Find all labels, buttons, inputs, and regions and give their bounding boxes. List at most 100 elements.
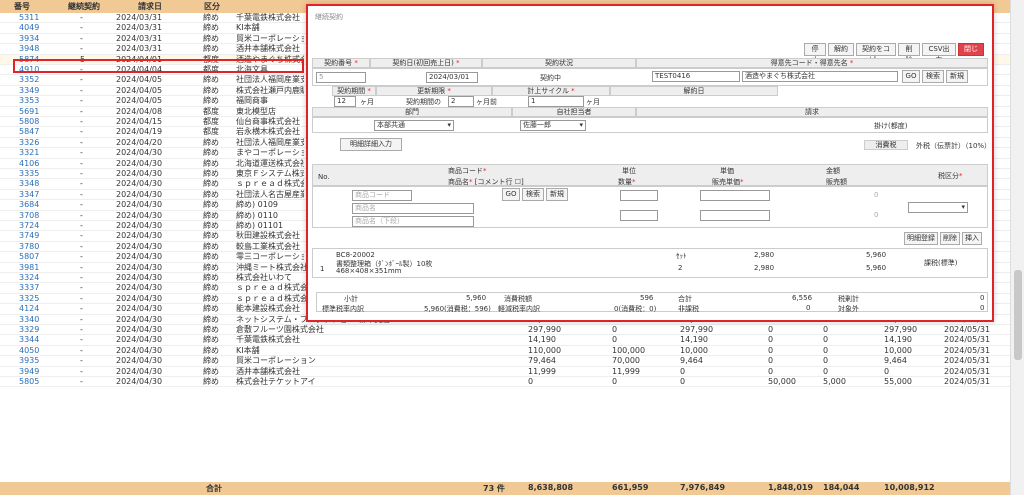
row-v6: 297,990	[884, 325, 918, 334]
item-new-button[interactable]: 新規	[546, 188, 568, 201]
label-contract-no: 契約番号 *	[312, 58, 370, 68]
label-tax: 消費税	[864, 140, 908, 150]
row-no[interactable]: 4106	[19, 159, 39, 169]
row-no[interactable]: 5807	[19, 252, 39, 262]
qty-input[interactable]	[620, 210, 658, 221]
toolbar-button-1[interactable]: 解約	[828, 43, 854, 56]
table-row[interactable]: 3935 - 2024/04/30 締め 貿米コーポレーション 79,464 70,000 9…	[0, 356, 1010, 367]
row-type: 締め	[203, 252, 219, 262]
toolbar-button-4[interactable]: CSV出力	[922, 43, 956, 64]
row-no[interactable]: 3749	[19, 231, 39, 241]
item-code-input[interactable]: 商品コード	[352, 190, 412, 201]
row-no[interactable]: 5805	[19, 377, 39, 387]
tax-class-select[interactable]: ▾	[908, 202, 968, 213]
sum-tax-value: 596	[640, 294, 654, 302]
row-name: KI本舗	[236, 345, 260, 355]
row-no[interactable]: 3325	[19, 294, 39, 304]
new-customer-button[interactable]: 新規	[946, 70, 968, 83]
row-no[interactable]: 3337	[19, 283, 39, 293]
customer-code-input[interactable]: TEST0416	[652, 71, 740, 82]
row-v4: 0	[768, 356, 774, 366]
row-type: 締め	[203, 44, 219, 54]
row-no[interactable]: 3326	[19, 138, 39, 148]
row-type: 締め	[203, 210, 219, 220]
table-row[interactable]: 5805 - 2024/04/30 締め 株式会社テケットアイ 0 0 0 50,000 5,00…	[0, 377, 1010, 388]
row-no[interactable]: 3981	[19, 263, 39, 273]
scroll-thumb[interactable]	[1014, 270, 1022, 360]
row-date: 2024/04/15	[116, 117, 163, 126]
toolbar-button-3[interactable]: 削除	[898, 43, 920, 64]
row-v4: 0	[768, 325, 774, 334]
row-no[interactable]: 5847	[19, 127, 39, 137]
row-no[interactable]: 3352	[19, 75, 39, 85]
row-no[interactable]: 3324	[19, 273, 39, 283]
contract-date-input[interactable]: 2024/03/01	[426, 72, 478, 83]
insert-item-button[interactable]: 挿入	[962, 232, 982, 245]
row-type: 締め	[203, 366, 219, 376]
update-input[interactable]: 2	[448, 96, 474, 107]
row-no[interactable]: 3934	[19, 34, 39, 44]
table-row[interactable]: 4050 - 2024/04/30 締め KI本舗 110,000 100,000 10,00…	[0, 345, 1010, 357]
row-no[interactable]: 4050	[19, 346, 39, 356]
row-no[interactable]: 5311	[19, 13, 39, 23]
row-no[interactable]: 3340	[19, 315, 39, 325]
row-no[interactable]: 3348	[19, 179, 39, 189]
customer-name-input[interactable]: 酒造やまぐち株式会社	[742, 71, 898, 82]
dept-select[interactable]: 本部共通 ▾	[374, 120, 454, 131]
cycle-input[interactable]: 1	[528, 96, 584, 107]
row-no[interactable]: 3321	[19, 148, 39, 158]
detail-input-button[interactable]: 明細詳細入力	[340, 138, 402, 151]
row-no[interactable]: 3708	[19, 211, 39, 221]
row-no[interactable]: 3335	[19, 169, 39, 179]
row-no[interactable]: 3353	[19, 96, 39, 106]
toolbar-button-0[interactable]: 停止	[804, 43, 826, 64]
row-no[interactable]: 3948	[19, 44, 39, 54]
row-date: 2024/04/30	[116, 345, 163, 355]
item-name-input[interactable]: 商品名	[352, 203, 474, 214]
toolbar-button-5[interactable]: 閉じる	[958, 43, 984, 64]
search-button[interactable]: 検索	[922, 70, 944, 83]
row-no[interactable]: 3344	[19, 335, 39, 345]
item-name2-input[interactable]: 商品名（下段）	[352, 216, 474, 227]
table-row[interactable]: 3344 - 2024/04/30 締め 千葉電鉄株式会社 14,190 0 14,190 0 0…	[0, 335, 1010, 346]
item-amount: 5,960	[866, 251, 887, 259]
row-keizoku: -	[80, 96, 83, 106]
table-row[interactable]: 3949 - 2024/04/30 締め 酒井本舗株式会社 11,999 11,999 0 0 0…	[0, 367, 1010, 377]
table-row[interactable]: 3329 - 2024/04/30 締め 倉敷フルーツ園株式会社 297,990 0 297,…	[0, 325, 1010, 336]
row-keizoku: -	[80, 85, 83, 95]
staff-select[interactable]: 佐藤一郎 ▾	[520, 120, 586, 131]
row-keizoku: -	[80, 293, 83, 303]
price-input[interactable]	[700, 190, 770, 201]
toolbar-button-2[interactable]: 契約をコピー	[856, 43, 896, 64]
sum-tax2-value: 0	[980, 294, 985, 302]
unit-input[interactable]	[620, 190, 658, 201]
row-no[interactable]: 4049	[19, 23, 39, 33]
cycle-unit: ヶ月	[586, 98, 600, 106]
row-no[interactable]: 3724	[19, 221, 39, 231]
page-scrollbar[interactable]	[1010, 0, 1024, 495]
sum-low-value: 0(消費税：0)	[614, 305, 657, 313]
row-no[interactable]: 3780	[19, 242, 39, 252]
row-no[interactable]: 3349	[19, 86, 39, 96]
sale-price-input[interactable]	[700, 210, 770, 221]
row-no[interactable]: 3949	[19, 367, 39, 377]
item-go-button[interactable]: GO	[502, 188, 520, 201]
sum-total-value: 6,556	[792, 294, 813, 302]
row-keizoku: -	[80, 179, 83, 189]
row-no[interactable]: 4124	[19, 304, 39, 314]
row-date: 2024/04/30	[116, 210, 163, 220]
register-item-button[interactable]: 明細登録	[904, 232, 938, 245]
item-search-button[interactable]: 検索	[522, 188, 544, 201]
go-button[interactable]: GO	[902, 70, 920, 83]
row-no[interactable]: 3935	[19, 356, 39, 366]
row-no[interactable]: 5808	[19, 117, 39, 127]
delete-item-button[interactable]: 削除	[940, 232, 960, 245]
row-date: 2024/04/05	[116, 85, 163, 95]
row-no[interactable]: 3684	[19, 200, 39, 210]
row-name: 株式会社瀬戸内鹿販	[236, 85, 304, 95]
period-input[interactable]: 12	[334, 96, 356, 107]
row-no[interactable]: 3347	[19, 190, 39, 200]
row-no[interactable]: 5691	[19, 107, 39, 117]
row-v5: 0	[823, 325, 829, 334]
row-no[interactable]: 3329	[19, 325, 39, 335]
